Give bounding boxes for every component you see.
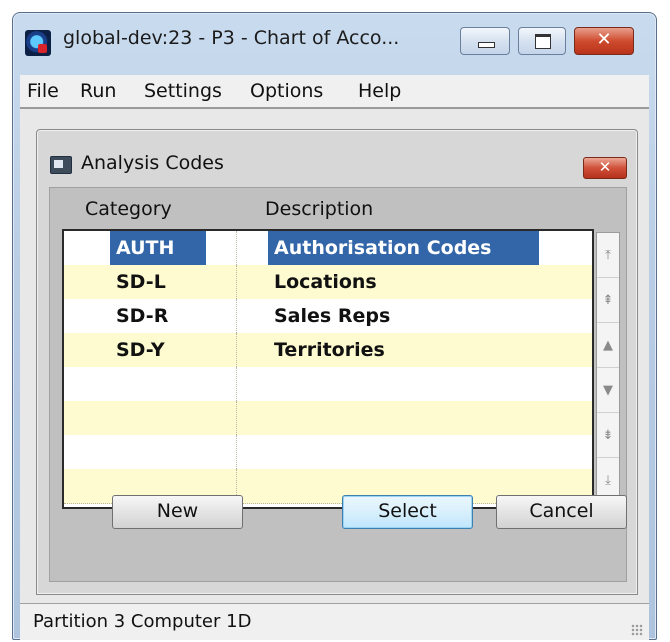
menu-help[interactable]: Help — [358, 80, 401, 102]
menu-bar: File Run Settings Options Help — [20, 75, 649, 107]
category-cell: SD-Y — [116, 339, 165, 361]
title-bar[interactable]: global-dev:23 - P3 - Chart of Acco... ✕ — [13, 13, 656, 71]
close-button[interactable]: ✕ — [574, 27, 634, 55]
analysis-codes-window: Analysis Codes ✕ Category Description AU… — [36, 129, 638, 595]
dialog-close-button[interactable]: ✕ — [583, 157, 627, 179]
window-icon — [50, 156, 72, 174]
category-cell: SD-R — [116, 305, 169, 327]
column-divider — [236, 367, 237, 401]
minimize-icon — [478, 42, 495, 48]
table-row[interactable]: SD-L Locations — [64, 265, 592, 300]
category-cell: AUTH — [116, 237, 175, 259]
column-header-category[interactable]: Category — [85, 198, 172, 220]
maximize-button[interactable] — [518, 27, 566, 55]
menu-run[interactable]: Run — [80, 80, 116, 102]
minimize-button[interactable] — [460, 27, 510, 55]
scroll-page-up-icon[interactable]: ⇞ — [597, 278, 619, 323]
scroll-up-icon[interactable]: ▲ — [597, 323, 619, 368]
column-header-description[interactable]: Description — [265, 198, 373, 220]
column-divider — [236, 401, 237, 435]
menu-file[interactable]: File — [27, 80, 59, 102]
column-divider — [236, 299, 237, 333]
table-row[interactable]: SD-R Sales Reps — [64, 299, 592, 334]
column-divider — [236, 265, 237, 299]
maximize-icon — [535, 34, 551, 49]
scroll-down-icon[interactable]: ▼ — [597, 368, 619, 413]
category-cell: SD-L — [116, 271, 166, 293]
scroll-page-down-icon[interactable]: ⇟ — [597, 413, 619, 458]
app-icon[interactable] — [25, 30, 51, 56]
scroll-top-icon[interactable]: ⤒ — [597, 233, 619, 278]
window-title: global-dev:23 - P3 - Chart of Acco... — [63, 27, 400, 49]
close-icon: ✕ — [598, 158, 612, 176]
table-row[interactable]: SD-Y Territories — [64, 333, 592, 368]
description-cell: Sales Reps — [274, 305, 391, 327]
table-row[interactable] — [64, 401, 592, 436]
description-cell: Authorisation Codes — [274, 237, 492, 259]
grid-scroller[interactable]: ⤒ ⇞ ▲ ▼ ⇟ ⤓ — [596, 232, 620, 506]
table-row[interactable] — [64, 435, 592, 470]
status-bar: Partition 3 Computer 1D — [20, 603, 649, 640]
close-icon: ✕ — [596, 29, 612, 50]
description-cell: Locations — [274, 271, 377, 293]
content-panel: Category Description AUTH Authorisation … — [49, 187, 627, 582]
dialog-title: Analysis Codes — [81, 152, 224, 174]
status-text: Partition 3 Computer 1D — [33, 611, 252, 632]
description-cell: Territories — [274, 339, 385, 361]
new-button[interactable]: New — [112, 495, 243, 529]
main-window: global-dev:23 - P3 - Chart of Acco... ✕ … — [12, 12, 657, 640]
table-row[interactable] — [64, 367, 592, 402]
divider — [20, 107, 649, 109]
column-divider — [236, 435, 237, 469]
codes-grid[interactable]: AUTH Authorisation Codes SD-L Locations … — [62, 229, 594, 509]
table-row[interactable]: AUTH Authorisation Codes — [64, 231, 592, 266]
cancel-button[interactable]: Cancel — [496, 495, 627, 529]
menu-settings[interactable]: Settings — [144, 80, 222, 102]
select-button[interactable]: Select — [342, 495, 473, 529]
menu-options[interactable]: Options — [250, 80, 323, 102]
resize-grip-icon[interactable] — [631, 624, 643, 636]
column-divider — [236, 333, 237, 367]
column-divider — [236, 231, 237, 265]
client-area: Analysis Codes ✕ Category Description AU… — [20, 107, 649, 603]
